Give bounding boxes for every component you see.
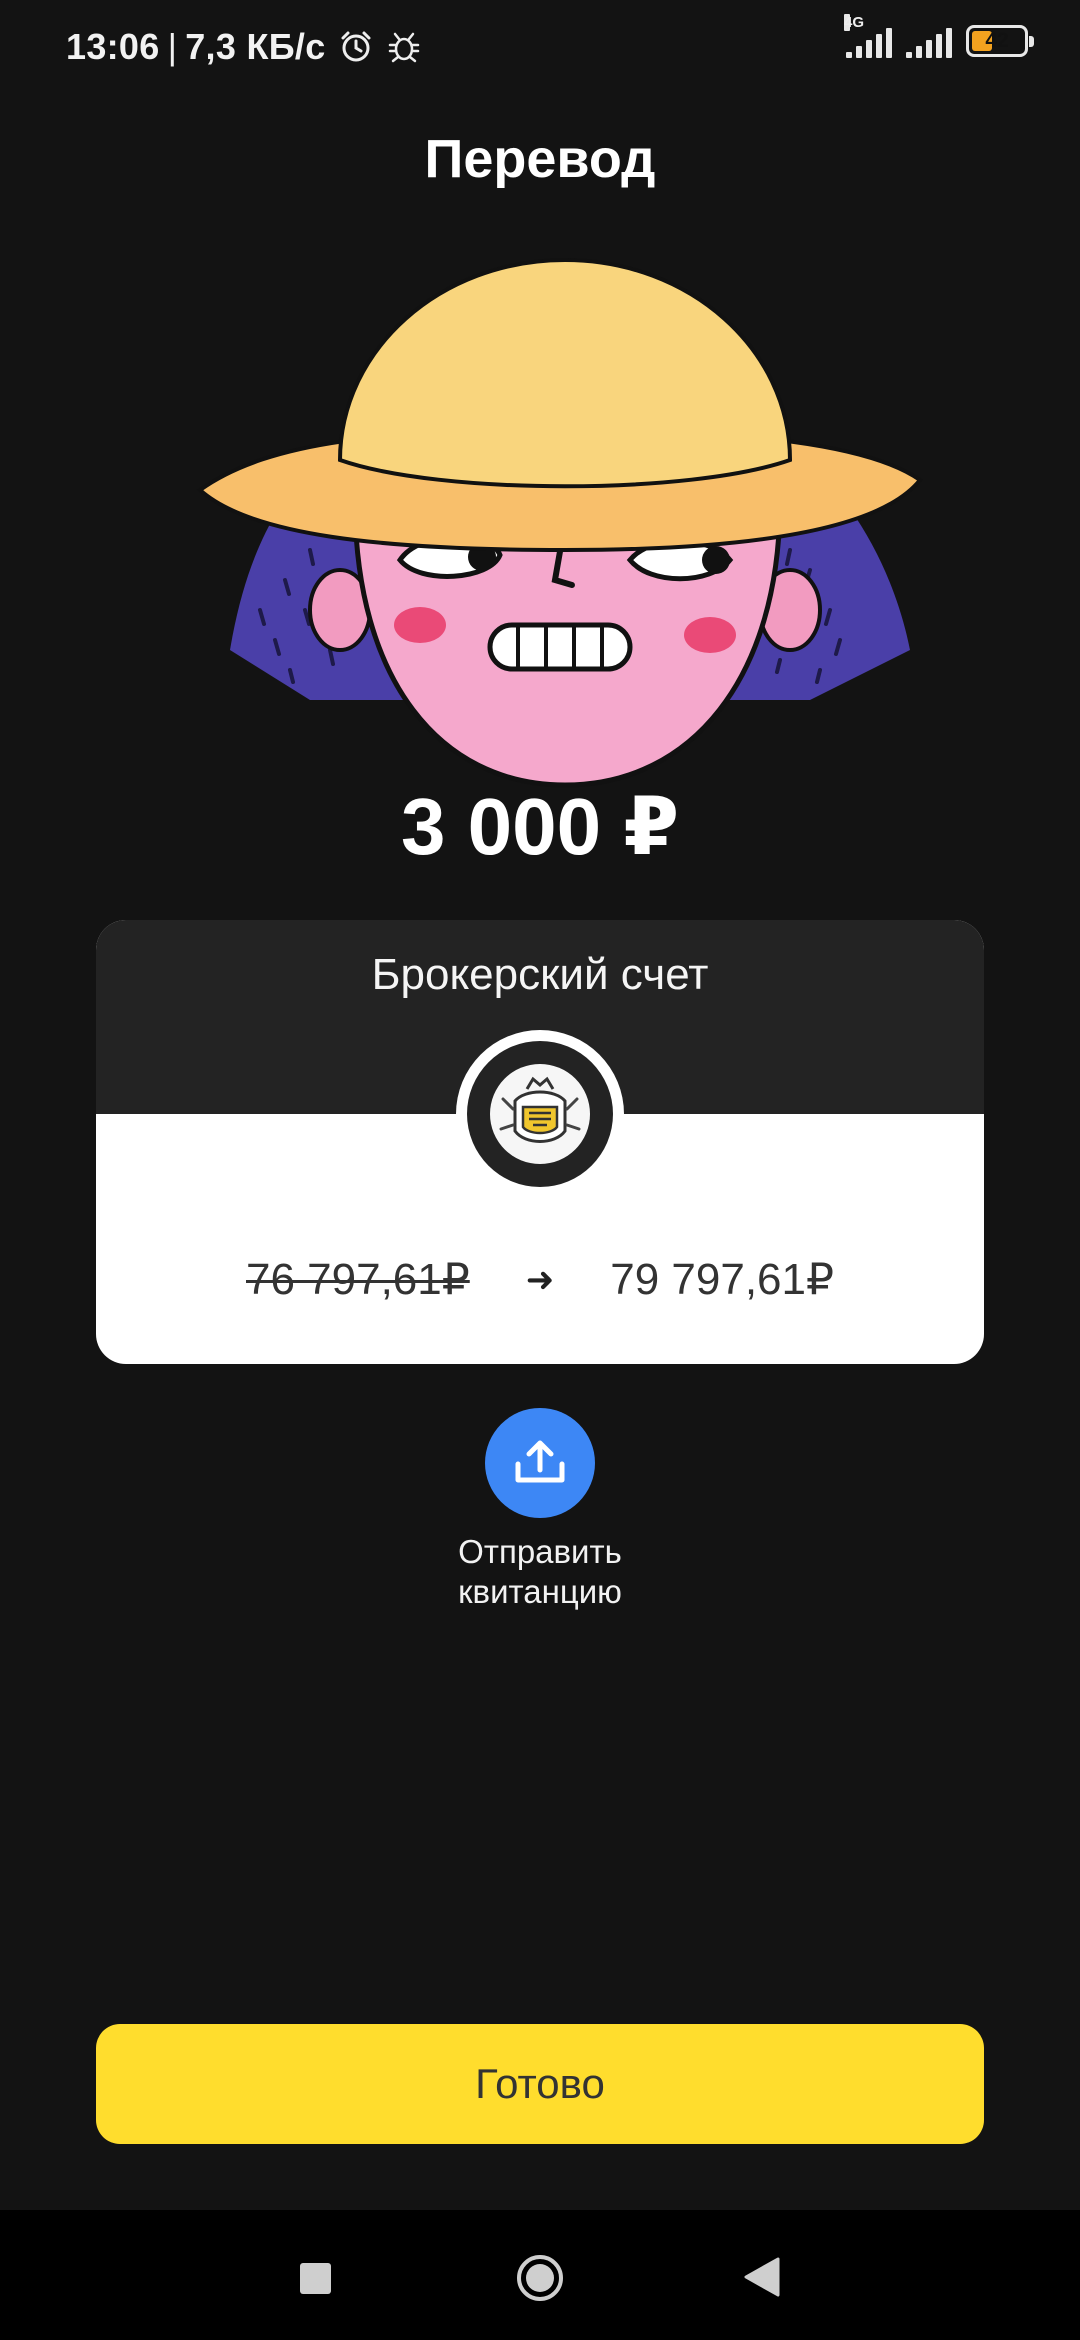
share-upload-icon (515, 1440, 565, 1483)
battery-icon: 42 (966, 25, 1034, 57)
signal-icon (906, 24, 952, 58)
arrow-right-icon: ➜ (525, 1260, 555, 1299)
send-receipt-label-line1: Отправить (458, 1533, 622, 1570)
account-card[interactable]: Брокерский счет 76 797,61₽ ➜ 79 797,61₽ (96, 920, 984, 1364)
signal-icon: 4G (844, 14, 892, 58)
status-left: 13:06 | 7,3 КБ/с (66, 26, 422, 68)
bank-logo (456, 1030, 624, 1198)
balance-change: 76 797,61₽ ➜ 79 797,61₽ (96, 1254, 984, 1305)
bank-emblem-icon (490, 1064, 590, 1164)
back-triangle-icon[interactable] (742, 2256, 782, 2298)
status-time: 13:06 (66, 26, 160, 67)
status-separator: | (167, 26, 178, 67)
done-button[interactable]: Готово (96, 2024, 984, 2144)
recents-square-icon[interactable] (300, 2263, 331, 2294)
new-balance: 79 797,61₽ (610, 1255, 834, 1304)
status-bar: 13:06 | 7,3 КБ/с 4G 42 (0, 0, 1080, 96)
send-receipt-label-line2: квитанцию (458, 1573, 622, 1610)
status-right: 4G 42 (844, 14, 1034, 58)
home-circle-icon[interactable] (515, 2253, 565, 2303)
sticker-girl-in-hat (196, 257, 923, 788)
network-type-label: 4G (844, 14, 865, 31)
system-nav-bar (0, 2210, 1080, 2340)
battery-level: 42 (985, 29, 1009, 52)
send-receipt-button[interactable] (485, 1408, 595, 1518)
send-receipt-label[interactable]: Отправить квитанцию (0, 1532, 1080, 1612)
bug-icon (388, 32, 419, 63)
old-balance: 76 797,61₽ (246, 1255, 470, 1304)
network-speed: 7,3 КБ/с (185, 26, 326, 67)
transfer-amount: 3 000 ₽ (400, 782, 680, 871)
account-name: Брокерский счет (371, 950, 709, 999)
alarm-icon (341, 31, 371, 62)
page-title: Перевод (424, 129, 656, 189)
